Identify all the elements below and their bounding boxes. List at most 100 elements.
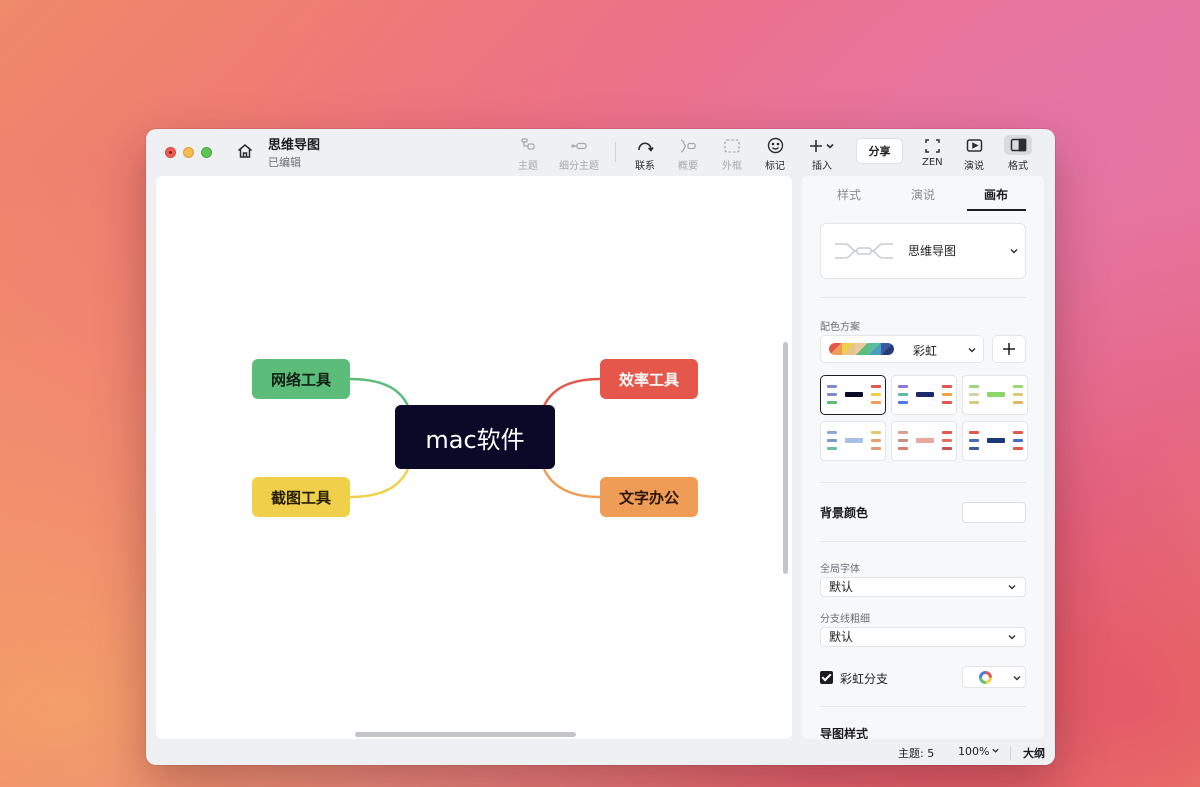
zoom-level[interactable]: 100% bbox=[958, 745, 1000, 758]
theme-thumbnail-1[interactable] bbox=[820, 375, 886, 415]
document-status: 已编辑 bbox=[268, 156, 301, 169]
toolbar-separator bbox=[615, 142, 616, 162]
zoom-value: 100% bbox=[958, 745, 990, 758]
topic-network-tools[interactable]: 网络工具 bbox=[252, 359, 350, 399]
global-font-select[interactable]: 默认 bbox=[820, 577, 1026, 597]
topic-button[interactable]: 主题 bbox=[518, 137, 538, 172]
tab-canvas[interactable]: 画布 bbox=[984, 186, 1008, 203]
close-window-button[interactable] bbox=[165, 147, 176, 158]
topic-office[interactable]: 文字办公 bbox=[600, 477, 698, 517]
play-icon bbox=[966, 138, 982, 152]
topic-efficiency-tools[interactable]: 效率工具 bbox=[600, 359, 698, 399]
marker-button[interactable]: 标记 bbox=[765, 137, 785, 172]
boundary-icon bbox=[724, 138, 740, 153]
window-controls bbox=[165, 147, 212, 158]
color-scheme-select[interactable]: 彩虹 bbox=[820, 335, 984, 363]
minimize-window-button[interactable] bbox=[183, 147, 194, 158]
chevron-down-icon bbox=[1013, 676, 1021, 681]
mindmap-structure-icon bbox=[835, 243, 893, 259]
rainbow-branch-checkbox[interactable] bbox=[820, 671, 833, 684]
fullscreen-icon bbox=[925, 138, 940, 153]
tab-presentation[interactable]: 演说 bbox=[911, 186, 935, 203]
status-divider bbox=[1010, 746, 1011, 760]
presentation-label: 演说 bbox=[964, 161, 984, 172]
smiley-icon bbox=[767, 137, 783, 154]
topic-count: 主题: 5 bbox=[898, 747, 935, 760]
theme-thumbnail-4[interactable] bbox=[820, 421, 886, 461]
connector-screenshot-tools bbox=[349, 468, 410, 499]
title-bar: 思维导图 已编辑 主题 细分主题 联系 概要 外框 标记 插入 分享 ZEN 演… bbox=[146, 129, 1055, 175]
chevron-down-icon bbox=[1008, 635, 1016, 640]
branch-width-label: 分支线粗细 bbox=[820, 614, 870, 625]
boundary-label: 外框 bbox=[722, 161, 742, 172]
insert-button[interactable]: 插入 bbox=[808, 137, 836, 172]
sidebar-icon bbox=[1010, 138, 1026, 152]
add-color-scheme-button[interactable] bbox=[992, 335, 1026, 363]
color-scheme-swatch bbox=[829, 343, 894, 355]
subtopic-icon bbox=[571, 142, 587, 149]
structure-select[interactable]: 思维导图 bbox=[820, 223, 1026, 279]
divider bbox=[820, 482, 1026, 483]
format-panel: 样式 演说 画布 思维导图 配色方案 彩虹 背景颜色 全局字体 默认 分支线粗细… bbox=[802, 176, 1044, 739]
panel-tabs: 样式 演说 画布 bbox=[802, 176, 1044, 212]
tab-style[interactable]: 样式 bbox=[837, 186, 861, 203]
outline-button[interactable]: 大纲 bbox=[1023, 745, 1045, 761]
rainbow-branch-label: 彩虹分支 bbox=[840, 672, 889, 686]
insert-label: 插入 bbox=[812, 161, 832, 172]
chevron-down-icon bbox=[1008, 585, 1016, 590]
share-button[interactable]: 分享 bbox=[856, 138, 903, 164]
vertical-scrollbar[interactable] bbox=[783, 342, 788, 574]
subtopic-button[interactable]: 细分主题 bbox=[559, 137, 599, 172]
divider bbox=[820, 541, 1026, 542]
global-font-label: 全局字体 bbox=[820, 564, 860, 575]
color-scheme-name: 彩虹 bbox=[913, 344, 938, 358]
theme-thumbnail-2[interactable] bbox=[891, 375, 957, 415]
background-color-label: 背景颜色 bbox=[820, 506, 869, 520]
topic-label: 主题 bbox=[518, 161, 538, 172]
app-window: 思维导图 已编辑 主题 细分主题 联系 概要 外框 标记 插入 分享 ZEN 演… bbox=[146, 129, 1055, 765]
summary-button[interactable]: 概要 bbox=[678, 137, 698, 172]
connector-network-tools bbox=[349, 377, 410, 407]
chevron-down-icon bbox=[968, 348, 976, 353]
format-label: 格式 bbox=[1008, 161, 1028, 172]
color-wheel-icon bbox=[979, 671, 992, 684]
mindmap-canvas[interactable]: mac软件 网络工具 效率工具 截图工具 文字办公 bbox=[156, 176, 792, 739]
relationship-icon bbox=[638, 141, 654, 152]
status-bar: 主题: 5 100% 大纲 bbox=[146, 741, 1055, 765]
zoom-window-button[interactable] bbox=[201, 147, 212, 158]
zen-mode-button[interactable]: ZEN bbox=[922, 137, 943, 168]
theme-thumbnail-5[interactable] bbox=[891, 421, 957, 461]
chevron-down-icon bbox=[992, 748, 1000, 753]
plus-chevron-icon bbox=[810, 139, 834, 152]
global-font-value: 默认 bbox=[829, 580, 854, 594]
connector-office bbox=[542, 468, 601, 499]
active-tab-indicator bbox=[967, 209, 1026, 211]
divider bbox=[820, 706, 1026, 707]
rainbow-color-select[interactable] bbox=[962, 666, 1026, 688]
marker-label: 标记 bbox=[765, 161, 785, 172]
theme-thumbnail-6[interactable] bbox=[962, 421, 1028, 461]
root-topic[interactable]: mac软件 bbox=[395, 405, 555, 469]
map-style-label: 导图样式 bbox=[820, 727, 869, 739]
horizontal-scrollbar[interactable] bbox=[355, 732, 576, 737]
summary-label: 概要 bbox=[678, 161, 698, 172]
boundary-button[interactable]: 外框 bbox=[722, 137, 742, 172]
document-title: 思维导图 bbox=[268, 138, 321, 153]
plus-icon bbox=[1003, 343, 1015, 355]
topic-icon bbox=[521, 137, 535, 150]
connector-efficiency-tools bbox=[542, 377, 601, 407]
home-icon[interactable] bbox=[236, 142, 254, 160]
background-color-picker[interactable] bbox=[962, 502, 1026, 523]
divider bbox=[820, 297, 1026, 298]
theme-thumbnail-3[interactable] bbox=[962, 375, 1028, 415]
branch-width-select[interactable]: 默认 bbox=[820, 627, 1026, 647]
format-panel-button[interactable]: 格式 bbox=[1004, 135, 1032, 172]
topic-screenshot-tools[interactable]: 截图工具 bbox=[252, 477, 350, 517]
color-scheme-label: 配色方案 bbox=[820, 322, 860, 333]
zen-label: ZEN bbox=[922, 157, 943, 168]
structure-label: 思维导图 bbox=[908, 244, 957, 258]
summary-icon bbox=[680, 138, 696, 153]
branch-width-value: 默认 bbox=[829, 630, 854, 644]
relationship-button[interactable]: 联系 bbox=[635, 137, 655, 172]
presentation-button[interactable]: 演说 bbox=[964, 137, 984, 172]
